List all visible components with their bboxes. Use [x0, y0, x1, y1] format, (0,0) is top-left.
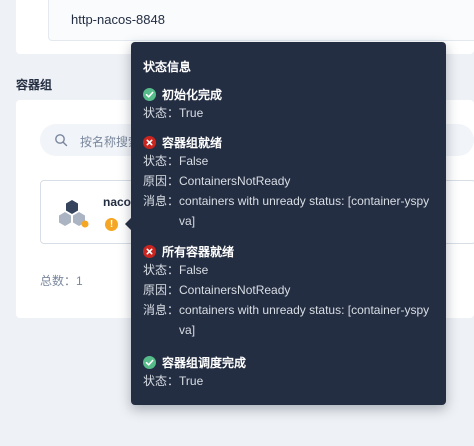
condition-title: 初始化完成	[162, 87, 223, 102]
check-circle-icon	[143, 355, 156, 369]
search-icon	[55, 134, 68, 147]
status-label: 状态：	[143, 106, 180, 120]
condition-title: 所有容器就绪	[162, 244, 235, 259]
reason-label: 原因：	[143, 174, 180, 188]
status-label: 状态：	[143, 374, 180, 388]
pod-icon	[59, 200, 89, 228]
message-label: 消息：	[143, 303, 180, 317]
error-circle-icon	[143, 135, 156, 149]
service-name: http-nacos-8848	[71, 12, 165, 27]
condition-initialized: 初始化完成 状态： True	[143, 85, 433, 123]
status-value: True	[179, 106, 204, 120]
message-label: 消息：	[143, 194, 180, 208]
status-tooltip: 状态信息 初始化完成 状态： True 容器组就绪 状态： False 原因： …	[125, 42, 446, 405]
warning-icon[interactable]: !	[105, 218, 118, 231]
condition-pod-scheduled: 容器组调度完成 状态： True	[143, 353, 433, 391]
condition-title: 容器组调度完成	[162, 355, 247, 370]
status-value: False	[179, 154, 209, 168]
service-item[interactable]: http-nacos-8848	[48, 0, 474, 41]
condition-pod-ready: 容器组就绪 状态： False 原因： ContainersNotReady 消…	[143, 133, 433, 231]
error-circle-icon	[143, 244, 156, 258]
reason-label: 原因：	[143, 283, 180, 297]
status-label: 状态：	[143, 263, 180, 277]
status-value: True	[179, 374, 204, 388]
condition-containers-ready: 所有容器就绪 状态： False 原因： ContainersNotReady …	[143, 242, 433, 340]
status-value: False	[179, 263, 209, 277]
status-label: 状态：	[143, 154, 180, 168]
message-value: containers with unready status: [contain…	[179, 194, 430, 228]
reason-value: ContainersNotReady	[179, 174, 291, 188]
tooltip-title: 状态信息	[143, 60, 192, 74]
message-value: containers with unready status: [contain…	[179, 303, 430, 337]
tooltip-arrow	[125, 218, 131, 230]
total-count: 总数：1	[40, 274, 83, 288]
check-circle-icon	[143, 87, 156, 101]
condition-title: 容器组就绪	[162, 135, 223, 150]
reason-value: ContainersNotReady	[179, 283, 291, 297]
pod-group-title: 容器组	[16, 78, 53, 92]
